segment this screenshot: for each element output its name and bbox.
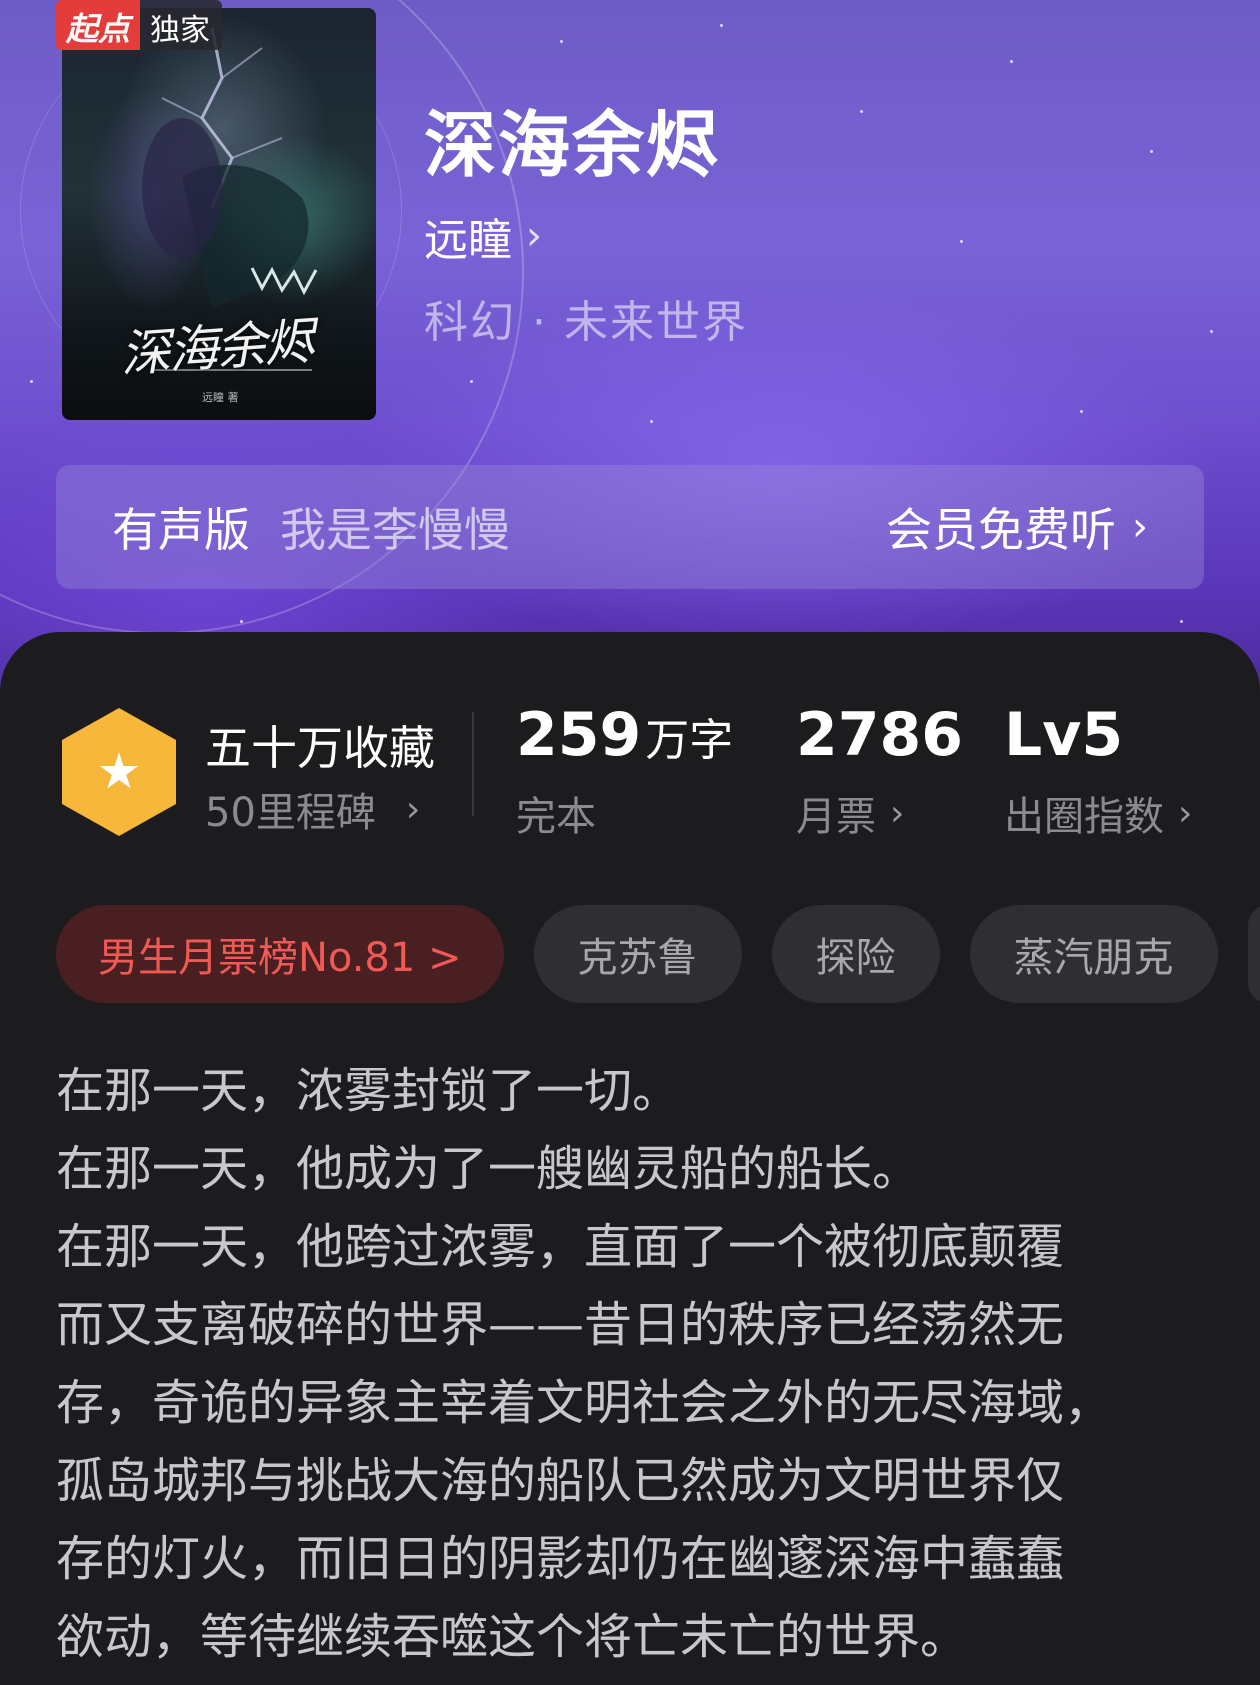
monthly-votes-link[interactable]: 月票 ›	[796, 784, 904, 842]
synopsis-line: 在那一天，他跨过浓雾，直面了一个被彻底颠覆	[56, 1219, 1065, 1275]
synopsis-line: 存，奇诡的异象主宰着文明社会之外的无尽海域，	[56, 1375, 1113, 1431]
chevron-right-icon: ›	[405, 788, 421, 830]
influence-link[interactable]: 出圈指数 ›	[1004, 784, 1192, 842]
completion-label: 完本	[516, 794, 596, 840]
cover-author: 远瞳 著	[202, 391, 239, 404]
milestone-sub: 50里程碑	[205, 790, 376, 836]
book-detail-page: 深海余烬 远瞳 著 起点 独家 深海余烬 远瞳 › 科幻 · 未来世界 有声版 …	[0, 0, 1260, 1685]
member-listen-button[interactable]: 会员免费听 ›	[886, 494, 1148, 560]
word-count: 259万字	[516, 700, 733, 770]
influence-level: Lv5	[1004, 700, 1124, 770]
monthly-votes-value: 2786	[796, 700, 963, 770]
book-genre: 科幻 · 未来世界	[424, 297, 748, 348]
synopsis-line: 在那一天，浓雾封锁了一切。	[56, 1063, 681, 1119]
tag-cthulhu[interactable]: 克苏鲁	[533, 905, 742, 1003]
audio-narrator: 我是李慢慢	[280, 503, 510, 557]
milestone-title: 五十万收藏	[205, 721, 435, 775]
tag-more[interactable]	[1247, 905, 1260, 1003]
influence-label: 出圈指数	[1004, 794, 1164, 840]
chevron-right-icon: ›	[526, 213, 542, 259]
star-icon	[99, 752, 139, 789]
author-name: 远瞳	[424, 215, 512, 266]
audio-edition-bar[interactable]: 有声版 我是李慢慢 会员免费听 ›	[56, 465, 1204, 589]
author-link[interactable]: 远瞳 ›	[424, 204, 542, 268]
chevron-right-icon: ›	[1132, 504, 1148, 550]
word-count-value: 259	[516, 700, 642, 770]
star-hexagon-icon	[62, 708, 176, 836]
member-listen-label: 会员免费听	[886, 503, 1116, 557]
chevron-right-icon: ›	[890, 792, 905, 834]
tag-list: 男生月票榜No.81 > 克苏鲁 探险 蒸汽朋克	[56, 905, 1260, 1003]
rank-tag[interactable]: 男生月票榜No.81 >	[56, 905, 504, 1003]
stat-divider	[472, 712, 474, 816]
tag-adventure[interactable]: 探险	[771, 905, 940, 1003]
milestone-badge[interactable]	[62, 708, 176, 836]
book-title: 深海余烬	[424, 102, 721, 187]
word-count-unit: 万字	[645, 715, 734, 766]
synopsis-line: 而又支离破碎的世界——昔日的秩序已经荡然无	[56, 1297, 1065, 1353]
cover-title: 深海余烬	[118, 312, 315, 384]
synopsis-line: 在那一天，他成为了一艘幽灵船的船长。	[56, 1141, 921, 1197]
book-cover[interactable]: 深海余烬 远瞳 著	[62, 8, 376, 420]
chevron-right-icon: ›	[1178, 792, 1193, 834]
audio-label: 有声版	[112, 503, 250, 557]
completion-status: 完本	[516, 784, 596, 842]
exclusive-badge: 起点 独家	[56, 0, 223, 50]
exclusive-label: 独家	[140, 0, 223, 50]
synopsis-line: 欲动，等待继续吞噬这个将亡未亡的世界。	[56, 1609, 969, 1665]
brand-logo: 起点	[56, 0, 141, 50]
synopsis-line: 孤岛城邦与挑战大海的船队已然成为文明世界仅	[56, 1453, 1065, 1509]
milestone-link[interactable]: 50里程碑 ›	[205, 780, 420, 838]
tag-steampunk[interactable]: 蒸汽朋克	[969, 905, 1218, 1003]
synopsis-line: 存的灯火，而旧日的阴影却仍在幽邃深海中蠢蠢	[56, 1531, 1065, 1587]
monthly-votes-label: 月票	[796, 794, 876, 840]
synopsis[interactable]: 在那一天，浓雾封锁了一切。 在那一天，他成为了一艘幽灵船的船长。 在那一天，他跨…	[56, 1052, 1226, 1676]
